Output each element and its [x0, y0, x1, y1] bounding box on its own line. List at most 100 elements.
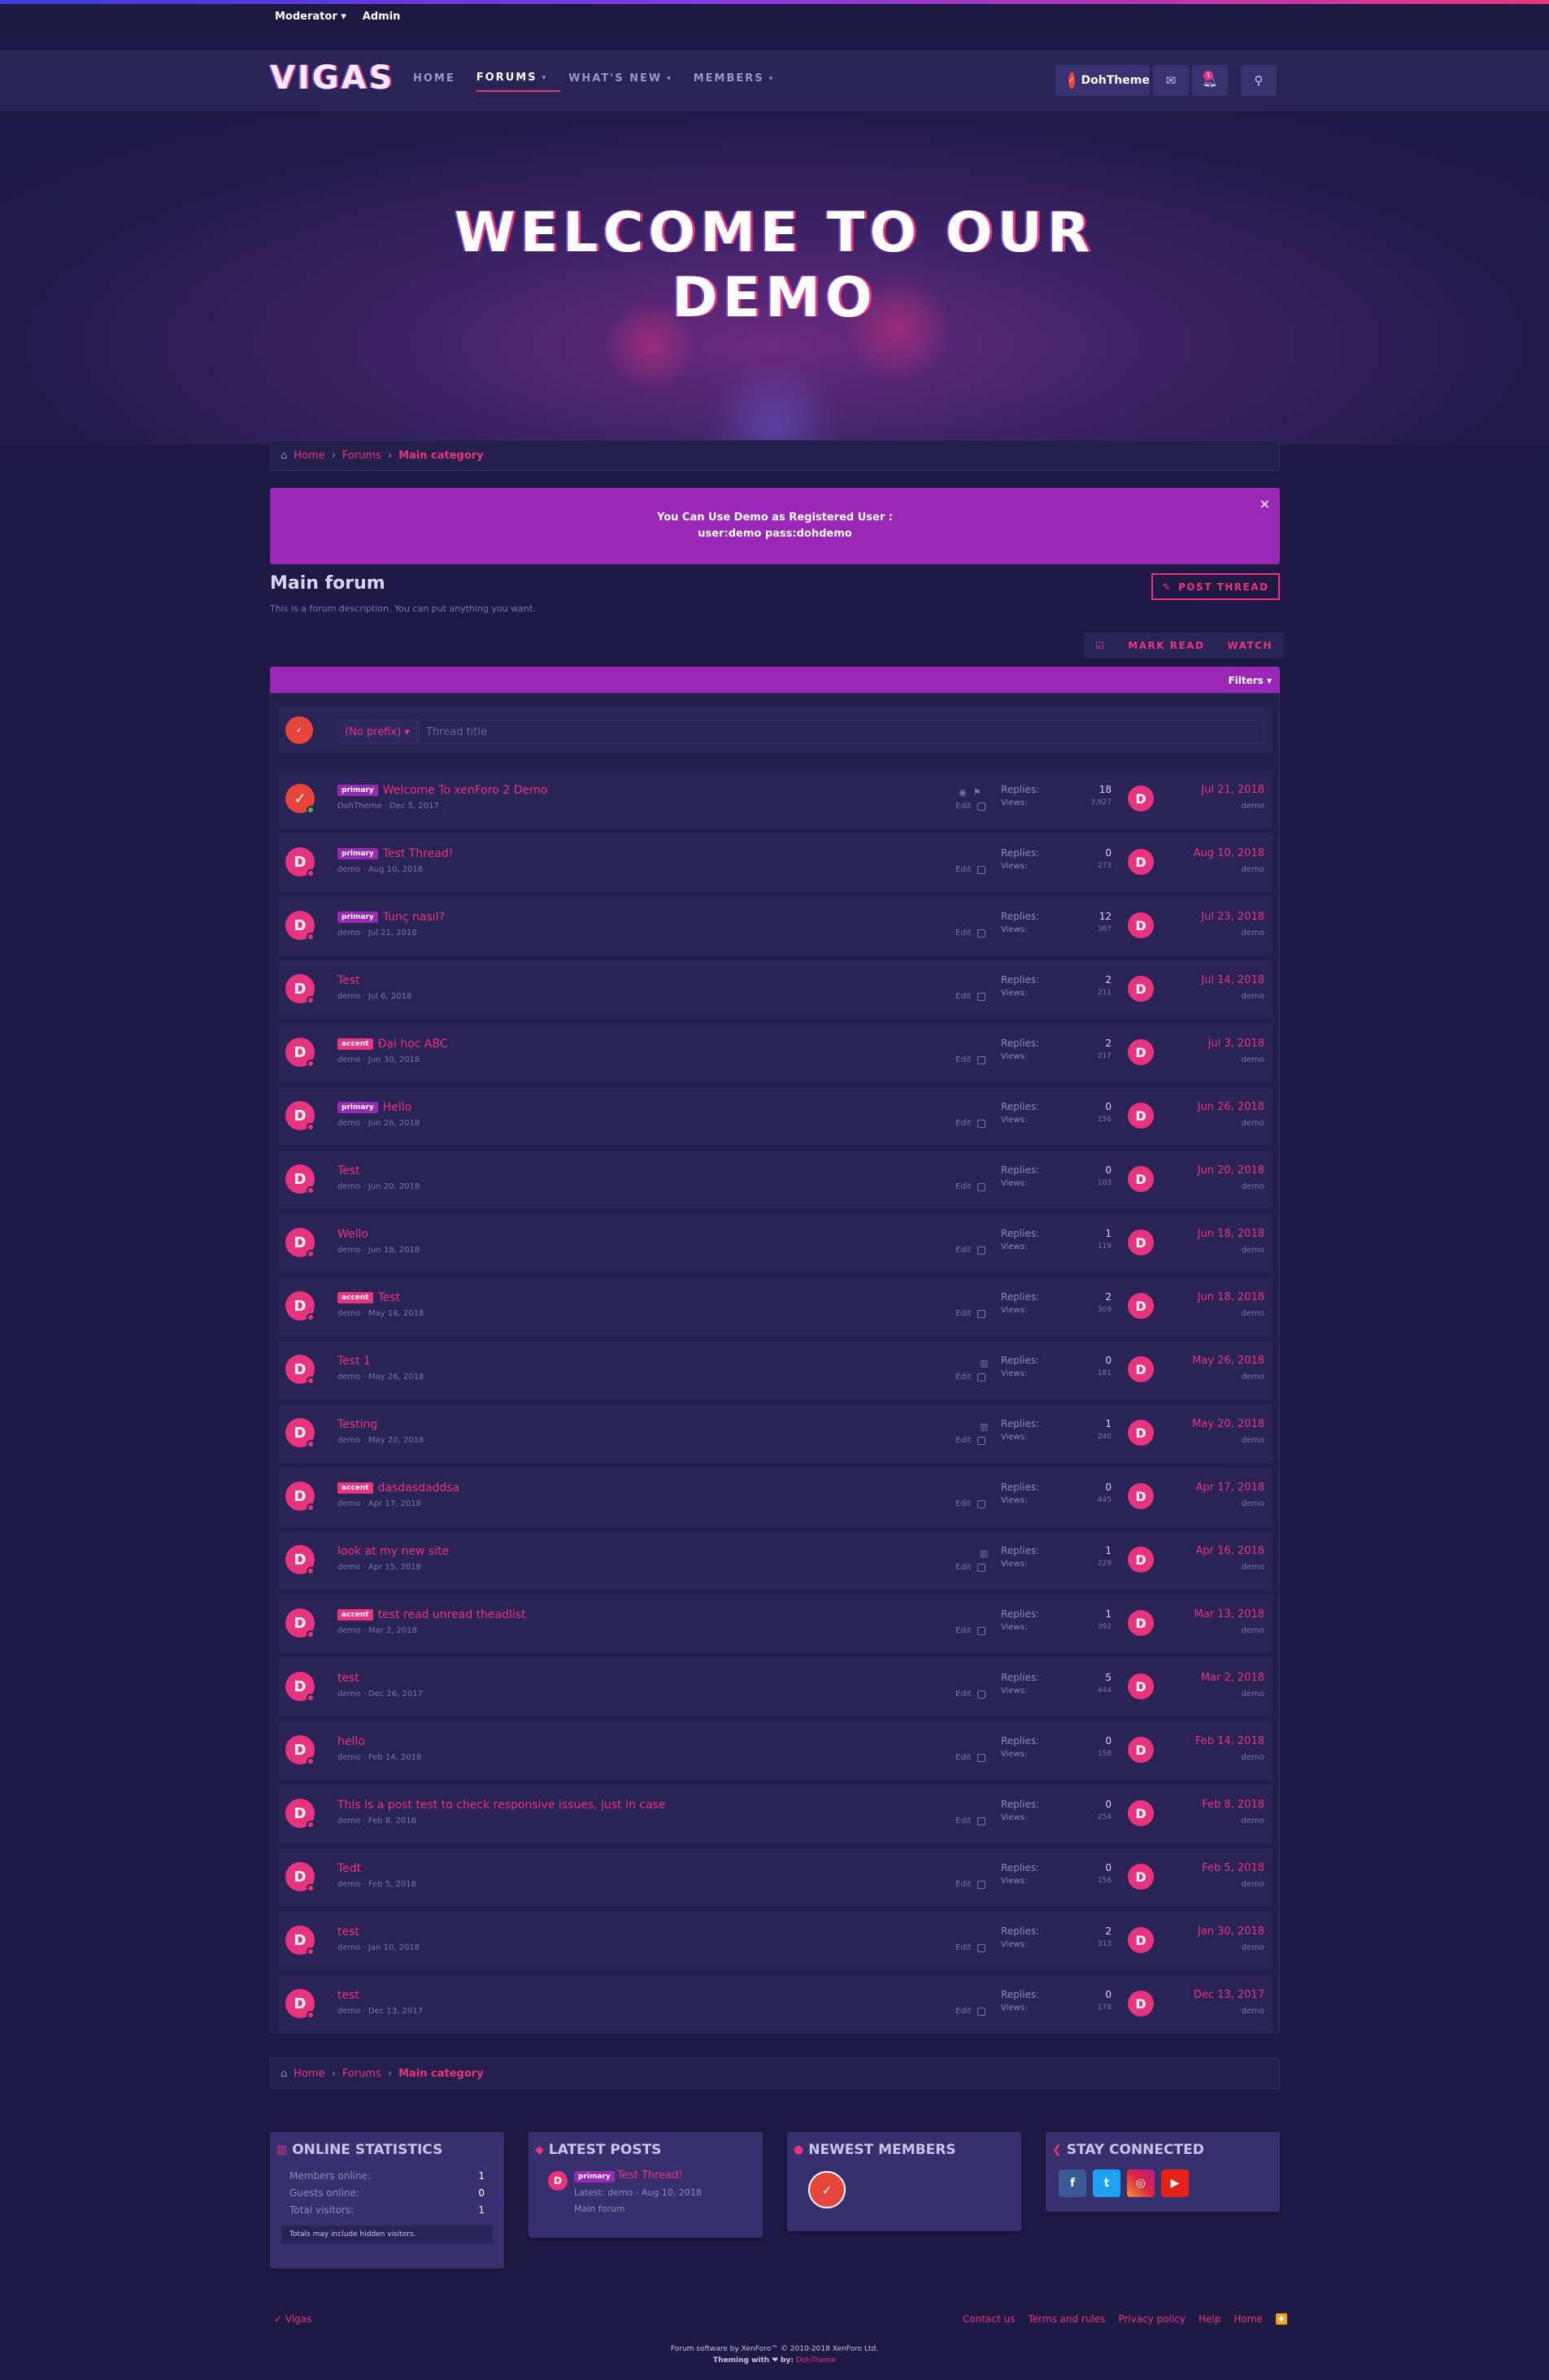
thread-title-link[interactable]: dasdasdaddsa	[378, 1482, 460, 1495]
last-poster-avatar[interactable]: D	[1128, 1991, 1154, 2017]
last-post-date[interactable]: May 20, 2018	[1165, 1418, 1264, 1430]
thread-title-link[interactable]: test	[337, 1925, 359, 1938]
table-row[interactable]: Dtest demo · Jan 10, 2018 Edit Replies: 2 Vie…	[279, 1912, 1273, 1970]
table-row[interactable]: Dtest demo · Dec 13, 2017 Edit Replies: 0 Vie…	[279, 1975, 1273, 2034]
last-poster-name[interactable]: demo	[1165, 1182, 1264, 1191]
thread-author[interactable]: demo	[337, 1499, 360, 1508]
thread-title-link[interactable]: Test	[337, 974, 360, 987]
edit-link[interactable]: Edit	[955, 1880, 971, 1889]
theming-link[interactable]: DohTheme	[796, 2356, 836, 2365]
tab-members[interactable]: MEMBERS ▾	[694, 72, 787, 92]
edit-link[interactable]: Edit	[955, 1817, 971, 1825]
thread-author[interactable]: demo	[337, 1753, 360, 1762]
last-poster-name[interactable]: demo	[1165, 992, 1264, 1001]
table-row[interactable]: ✓ primary Welcome To xenForo 2 Demo DohThem…	[279, 770, 1273, 829]
last-poster-avatar[interactable]: D	[1128, 1483, 1154, 1509]
table-row[interactable]: D Wello demo · Jun 18, 2018 Edit Replies: 1 Vi…	[279, 1214, 1273, 1273]
thread-author[interactable]: demo	[337, 1373, 360, 1381]
last-poster-name[interactable]: demo	[1165, 1246, 1264, 1255]
thread-title-link[interactable]: Test	[378, 1291, 401, 1304]
chevron-down-icon[interactable]: ▾	[542, 74, 548, 82]
inbox-button[interactable]: ✉	[1153, 65, 1189, 96]
footer-link-home[interactable]: Home	[1234, 2313, 1262, 2325]
table-row[interactable]: Daccent Test demo · May 18, 2018 Edit Replie…	[279, 1277, 1273, 1336]
last-poster-avatar[interactable]: D	[1128, 1547, 1154, 1573]
footer-brand[interactable]: ✓ Vigas	[274, 2313, 311, 2325]
last-poster-avatar[interactable]: D	[1128, 849, 1154, 875]
thread-title-input[interactable]: Thread title	[419, 720, 1264, 744]
last-poster-name[interactable]: demo	[1165, 929, 1264, 938]
site-logo[interactable]: VIGAS	[270, 59, 394, 97]
edit-link[interactable]: Edit	[955, 1753, 971, 1762]
alerts-button[interactable]: 1 🔔︎	[1192, 65, 1228, 96]
last-poster-avatar[interactable]: D	[1128, 1927, 1154, 1953]
thread-title-link[interactable]: Test 1	[337, 1355, 371, 1368]
breadcrumb-forums[interactable]: Forums	[342, 450, 381, 462]
last-poster-avatar[interactable]: D	[1128, 1864, 1154, 1890]
last-post-date[interactable]: Feb 8, 2018	[1165, 1799, 1264, 1811]
prefix-label[interactable]: primary	[337, 848, 378, 859]
select-checkbox[interactable]	[977, 802, 986, 811]
table-row[interactable]: Dprimary Hello demo · Jun 26, 2018 Edit Repl…	[279, 1087, 1273, 1146]
thread-author[interactable]: demo	[337, 1182, 360, 1191]
thread-author[interactable]: demo	[337, 1309, 360, 1318]
last-poster-avatar[interactable]: D	[1128, 1293, 1154, 1319]
thread-author[interactable]: demo	[337, 1246, 360, 1255]
table-row[interactable]: Dprimary Test Thread! demo · Aug 10, 2018 E…	[279, 833, 1273, 892]
select-checkbox[interactable]	[977, 1817, 986, 1825]
thread-title-link[interactable]: test	[337, 1672, 359, 1685]
select-checkbox[interactable]	[977, 1436, 986, 1445]
edit-link[interactable]: Edit	[955, 992, 971, 1001]
last-poster-name[interactable]: demo	[1165, 2007, 1264, 2016]
last-post-date[interactable]: Jun 18, 2018	[1165, 1228, 1264, 1240]
breadcrumb-forums[interactable]: Forums	[342, 2068, 381, 2080]
latest-post-forum[interactable]: Main forum	[574, 2201, 702, 2217]
thread-author[interactable]: demo	[337, 1055, 360, 1064]
last-poster-name[interactable]: demo	[1165, 802, 1264, 811]
last-poster-avatar[interactable]: D	[1128, 1610, 1154, 1636]
edit-link[interactable]: Edit	[955, 1055, 971, 1064]
search-button[interactable]: ⚲	[1241, 65, 1277, 96]
thread-title-link[interactable]: Wello	[337, 1228, 368, 1241]
table-row[interactable]: Daccent test read unread theadlist demo · …	[279, 1595, 1273, 1653]
select-checkbox[interactable]	[977, 1119, 986, 1128]
prefix-label[interactable]: primary	[337, 1102, 378, 1113]
select-checkbox[interactable]	[977, 1880, 986, 1889]
breadcrumb-current[interactable]: Main category	[398, 450, 484, 462]
select-checkbox[interactable]	[977, 865, 986, 874]
select-checkbox[interactable]	[977, 1309, 986, 1318]
edit-link[interactable]: Edit	[955, 1563, 971, 1572]
last-post-date[interactable]: Dec 13, 2017	[1165, 1989, 1264, 2001]
select-checkbox[interactable]	[977, 992, 986, 1001]
select-checkbox[interactable]	[977, 1055, 986, 1064]
youtube-icon[interactable]: ▶	[1161, 2169, 1189, 2197]
last-poster-avatar[interactable]: D	[1128, 1039, 1154, 1065]
thread-author[interactable]: demo	[337, 929, 360, 938]
last-post-date[interactable]: Jun 26, 2018	[1165, 1101, 1264, 1113]
thread-title-link[interactable]: Đại học ABC	[378, 1038, 448, 1051]
edit-link[interactable]: Edit	[955, 1373, 971, 1381]
prefix-label[interactable]: accent	[337, 1482, 373, 1494]
thread-title-link[interactable]: Welcome To xenForo 2 Demo	[383, 784, 548, 797]
newest-member-avatar[interactable]: ✓	[808, 2171, 846, 2208]
tab-what-s-new[interactable]: WHAT'S NEW ▾	[568, 72, 685, 92]
twitter-icon[interactable]: t	[1093, 2169, 1120, 2197]
prefix-label[interactable]: primary	[337, 785, 378, 796]
thread-author[interactable]: demo	[337, 1943, 360, 1952]
prefix-label[interactable]: primary	[337, 912, 378, 923]
table-row[interactable]: D This is a post test to check responsive…	[279, 1785, 1273, 1843]
last-post-date[interactable]: Jul 21, 2018	[1165, 784, 1264, 796]
edit-link[interactable]: Edit	[955, 1119, 971, 1128]
thread-author[interactable]: demo	[337, 1690, 360, 1699]
tab-home[interactable]: HOME	[413, 72, 468, 92]
last-poster-avatar[interactable]: D	[1128, 1356, 1154, 1382]
table-row[interactable]: Dprimary Tunç nasıl? demo · Jul 21, 2018 Ed…	[279, 897, 1273, 955]
last-poster-avatar[interactable]: D	[1128, 976, 1154, 1002]
chevron-down-icon[interactable]: ▾	[667, 75, 672, 83]
edit-link[interactable]: Edit	[955, 1626, 971, 1635]
last-post-date[interactable]: Mar 2, 2018	[1165, 1672, 1264, 1684]
table-row[interactable]: Dlook at my new site demo · Apr 15, 2018 ▥…	[279, 1531, 1273, 1590]
select-checkbox[interactable]	[977, 1753, 986, 1762]
last-post-date[interactable]: Apr 17, 2018	[1165, 1482, 1264, 1494]
table-row[interactable]: Dtest demo · Dec 26, 2017 Edit Replies: 5 Vie…	[279, 1658, 1273, 1716]
